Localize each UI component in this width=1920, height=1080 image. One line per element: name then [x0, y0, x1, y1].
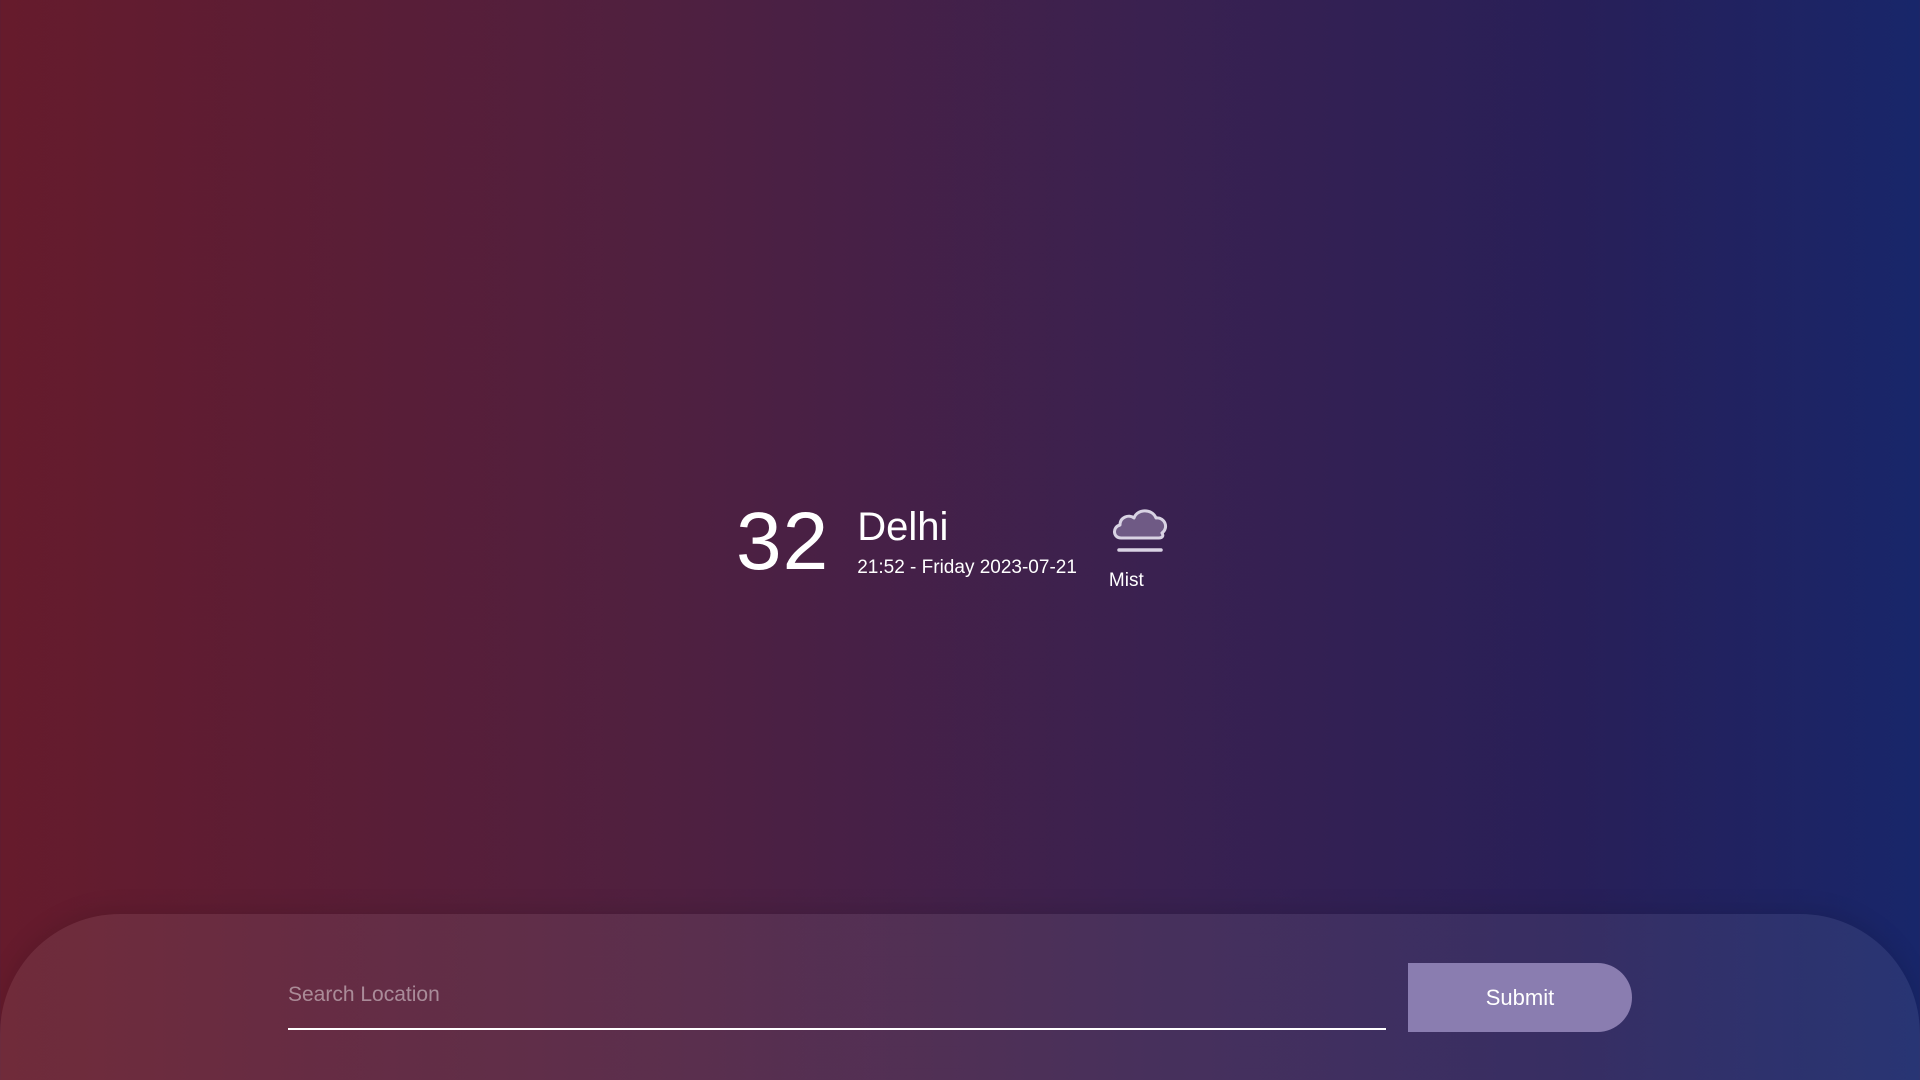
date-time: 21:52 - Friday 2023-07-21 [857, 557, 1077, 578]
condition-label: Mist [1108, 570, 1144, 591]
submit-button[interactable]: Submit [1408, 963, 1632, 1032]
temperature: 32 [736, 496, 830, 587]
location-block: Delhi 21:52 - Friday 2023-07-21 [857, 505, 1077, 580]
search-location-input[interactable] [288, 962, 1386, 1030]
city-name: Delhi [857, 505, 949, 549]
current-weather: 32 Delhi 21:52 - Friday 2023-07-21 Mist [736, 497, 1171, 593]
mist-cloud-icon [1112, 509, 1167, 552]
condition-block: Mist [1109, 500, 1171, 593]
